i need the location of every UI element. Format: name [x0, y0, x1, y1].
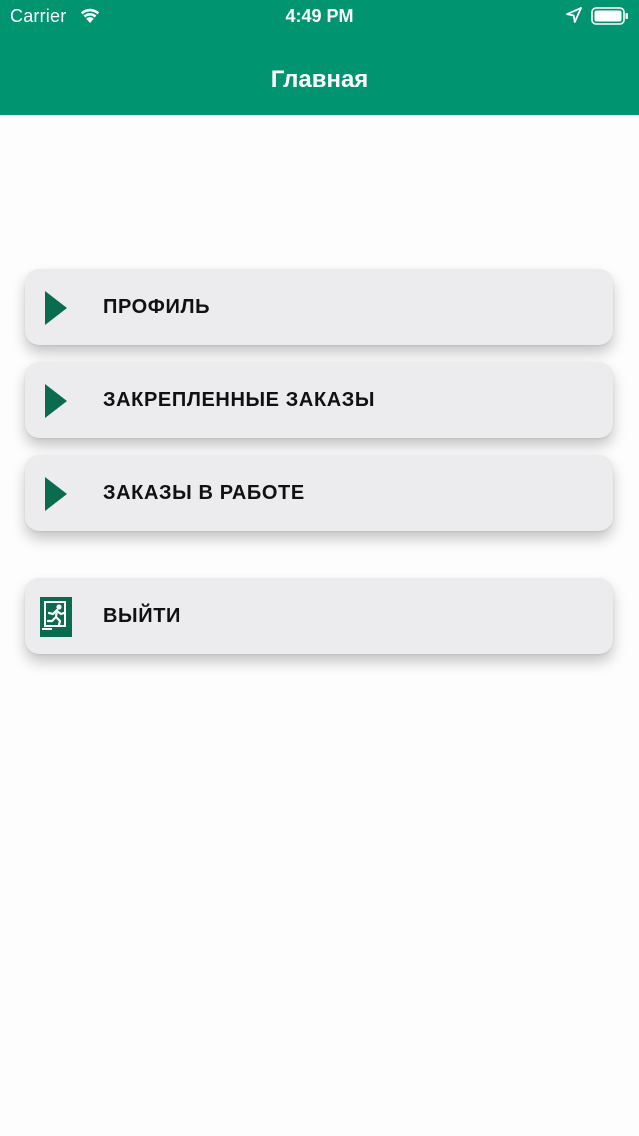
status-bar: Carrier 4:49 PM: [0, 0, 639, 34]
menu-item-profile[interactable]: ПРОФИЛЬ: [25, 269, 613, 345]
menu-item-orders-in-progress[interactable]: ЗАКАЗЫ В РАБОТЕ: [25, 455, 613, 531]
menu-item-label: ПРОФИЛЬ: [103, 296, 211, 318]
page-title: Главная: [270, 66, 369, 93]
status-time: 4:49 PM: [285, 6, 354, 26]
exit-icon: [40, 597, 72, 637]
play-arrow-icon: [45, 477, 67, 511]
battery-icon: [591, 7, 628, 25]
app-header: Carrier 4:49 PM Главная: [0, 0, 639, 115]
play-arrow-icon: [45, 291, 67, 325]
menu-item-logout[interactable]: ВЫЙТИ: [25, 578, 613, 654]
menu-item-label: ЗАКРЕПЛЕННЫЕ ЗАКАЗЫ: [103, 389, 376, 411]
play-arrow-icon: [45, 384, 67, 418]
menu-item-label: ВЫЙТИ: [103, 605, 181, 627]
main-screen: Carrier 4:49 PM Главная ПРОФИЛЬ ЗАКРЕПЛЕ…: [0, 0, 639, 1136]
menu-item-pinned-orders[interactable]: ЗАКРЕПЛЕННЫЕ ЗАКАЗЫ: [25, 362, 613, 438]
location-arrow-icon: [566, 7, 582, 23]
menu-item-label: ЗАКАЗЫ В РАБОТЕ: [103, 482, 305, 504]
